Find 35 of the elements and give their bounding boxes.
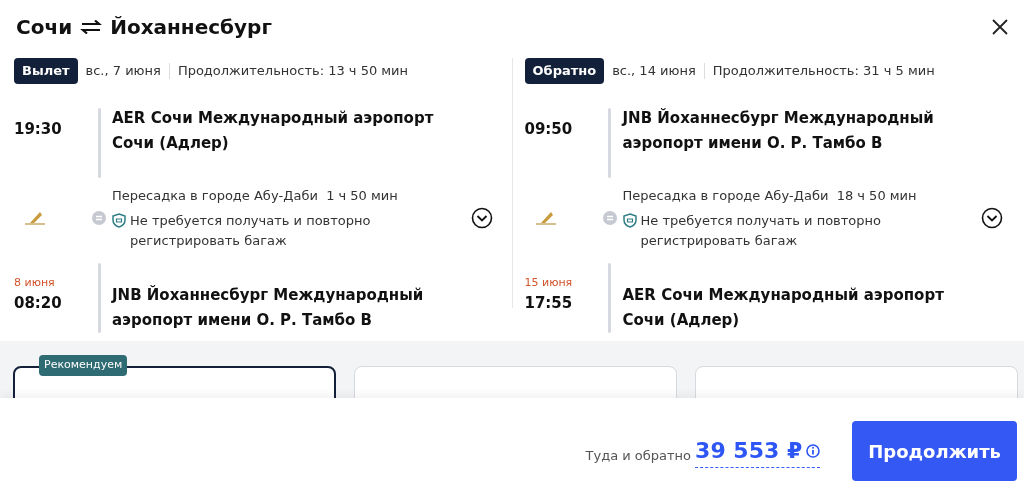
arrival-date: 8 июня [14,275,56,291]
arrival-time: 08:20 [14,292,63,314]
leg-date: вс., 7 июня [85,62,161,80]
airport-name: JNB Йоханнесбург Международный аэропорт имени О. Р. Тамбо В [112,286,424,329]
leg-duration: Продолжительность: 31 ч 5 мин [712,62,935,80]
price-label: Туда и обратно [585,446,692,465]
baggage-note: Не требуется получать и повторно регистрировать багаж [130,212,372,250]
leg-duration: Продолжительность: 13 ч 50 мин [177,62,409,80]
info-icon[interactable] [806,443,821,458]
leg-badge: Обратно [524,58,605,84]
chevron-down-icon[interactable] [470,207,493,230]
recommended-badge: Рекомендуем [39,355,128,376]
transfer-info: Пересадка в городе Абу-Даби 1 ч 50 мин [112,186,399,205]
airport-name: AER Сочи Международный аэропорт Сочи (Адлер) [112,108,434,152]
arrival-time: 17:55 [524,292,574,314]
shield-icon [112,213,126,228]
departure-time: 09:50 [524,118,573,140]
airport-name: JNB Йоханнесбург Международный аэропорт имени О. Р. Тамбо В [622,108,934,152]
transfer-info: Пересадка в городе Абу-Даби 18 ч 50 мин [622,186,918,205]
shield-icon [622,213,637,228]
close-icon[interactable] [992,19,1008,35]
baggage-note: Не требуется получать и повторно регистрировать багаж [640,212,882,250]
leg-badge: Вылет [14,58,78,84]
airport-name: AER Сочи Международный аэропорт Сочи (Адлер) [622,286,944,329]
chevron-down-icon[interactable] [981,207,1003,230]
origin-city: Сочи [16,14,73,41]
round-trip-arrows-icon [80,20,103,34]
transfer-icon [602,211,617,226]
destination-city: Йоханнесбург [110,14,272,41]
continue-button[interactable]: Продолжить [852,421,1017,481]
transfer-icon [92,211,106,226]
arrival-date: 15 июня [524,275,574,291]
leg-date: вс., 14 июня [612,62,696,80]
departure-time: 19:30 [14,118,62,140]
total-price[interactable]: 39 553 ₽ [695,434,803,467]
